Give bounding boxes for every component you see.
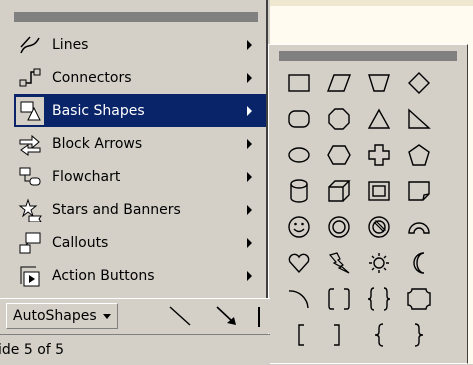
menu-drag-strip[interactable]	[14, 12, 258, 22]
menu-item-label: Block Arrows	[52, 135, 143, 152]
menu-item-block-arrows[interactable]: Block Arrows	[14, 127, 266, 160]
autoshapes-label: AutoShapes	[13, 308, 97, 324]
submenu-arrow-icon	[247, 40, 252, 50]
regular-pentagon-icon[interactable]	[401, 139, 437, 171]
parallelogram-icon[interactable]	[321, 67, 357, 99]
diamond-icon[interactable]	[401, 67, 437, 99]
basic-shapes-submenu	[268, 44, 468, 364]
submenu-arrow-icon	[247, 238, 252, 248]
cube-icon[interactable]	[321, 175, 357, 207]
oval-icon[interactable]	[281, 139, 317, 171]
menu-item-lines[interactable]: Lines	[14, 28, 266, 61]
submenu-arrow-icon	[247, 271, 252, 281]
menu-item-basic-shapes[interactable]: Basic Shapes	[14, 94, 266, 127]
basic-shapes-icon	[16, 96, 44, 125]
menu-item-callouts[interactable]: Callouts	[14, 226, 266, 259]
left-brace-icon[interactable]	[361, 319, 397, 351]
autoshapes-menu: Lines Connectors Basic Shapes Block Arro…	[0, 0, 268, 298]
right-brace-icon[interactable]	[401, 319, 437, 351]
menu-item-label: Callouts	[52, 234, 109, 251]
stars-banners-icon	[16, 196, 44, 224]
slide-indicator: ide 5 of 5	[0, 342, 65, 358]
menu-item-stars-banners[interactable]: Stars and Banners	[14, 193, 266, 226]
menu-item-flowchart[interactable]: Flowchart	[14, 160, 266, 193]
menu-item-label: Connectors	[52, 69, 132, 86]
double-brace-icon[interactable]	[361, 283, 397, 315]
submenu-arrow-icon	[247, 106, 252, 116]
bevel-icon[interactable]	[361, 175, 397, 207]
lines-icon	[16, 31, 44, 59]
menu-item-label: Stars and Banners	[52, 201, 181, 218]
menu-item-label: Action Buttons	[52, 267, 155, 284]
submenu-drag-strip[interactable]	[279, 51, 457, 61]
menu-item-label: Basic Shapes	[52, 102, 145, 119]
left-bracket-icon[interactable]	[281, 319, 317, 351]
submenu-arrow-icon	[247, 172, 252, 182]
arrow-tool-icon[interactable]	[215, 305, 239, 331]
octagon-icon[interactable]	[321, 103, 357, 135]
submenu-arrow-icon	[247, 139, 252, 149]
status-bar: ide 5 of 5	[0, 334, 270, 365]
rounded-rectangle-icon[interactable]	[281, 103, 317, 135]
submenu-arrow-icon	[247, 205, 252, 215]
arc-icon[interactable]	[281, 283, 317, 315]
moon-icon[interactable]	[401, 247, 437, 279]
menu-item-action-buttons[interactable]: Action Buttons	[14, 259, 266, 292]
sun-icon[interactable]	[361, 247, 397, 279]
chevron-down-icon	[102, 313, 111, 319]
plaque-icon[interactable]	[401, 283, 437, 315]
autoshapes-button[interactable]: AutoShapes	[6, 303, 118, 329]
menu-item-connectors[interactable]: Connectors	[14, 61, 266, 94]
menu-item-label: Lines	[52, 36, 89, 53]
right-triangle-icon[interactable]	[401, 103, 437, 135]
line-tool-icon[interactable]	[168, 305, 192, 331]
callouts-icon	[16, 229, 44, 257]
folded-corner-icon[interactable]	[401, 175, 437, 207]
right-bracket-icon[interactable]	[321, 319, 357, 351]
connectors-icon	[16, 64, 44, 92]
hexagon-icon[interactable]	[321, 139, 357, 171]
cross-icon[interactable]	[361, 139, 397, 171]
double-bracket-icon[interactable]	[321, 283, 357, 315]
can-icon[interactable]	[281, 175, 317, 207]
isosceles-triangle-icon[interactable]	[361, 103, 397, 135]
block-arc-icon[interactable]	[401, 211, 437, 243]
rectangle-icon[interactable]	[281, 67, 317, 99]
heart-icon[interactable]	[281, 247, 317, 279]
rectangle-tool-icon[interactable]	[258, 307, 272, 327]
flowchart-icon	[16, 163, 44, 191]
block-arrows-icon	[16, 130, 44, 158]
menu-item-label: Flowchart	[52, 168, 121, 185]
donut-icon[interactable]	[321, 211, 357, 243]
action-buttons-icon	[16, 262, 44, 290]
smiley-face-icon[interactable]	[281, 211, 317, 243]
submenu-arrow-icon	[247, 73, 252, 83]
no-symbol-icon[interactable]	[361, 211, 397, 243]
drawing-toolbar: AutoShapes	[0, 298, 270, 333]
trapezoid-icon[interactable]	[361, 67, 397, 99]
lightning-bolt-icon[interactable]	[321, 247, 357, 279]
